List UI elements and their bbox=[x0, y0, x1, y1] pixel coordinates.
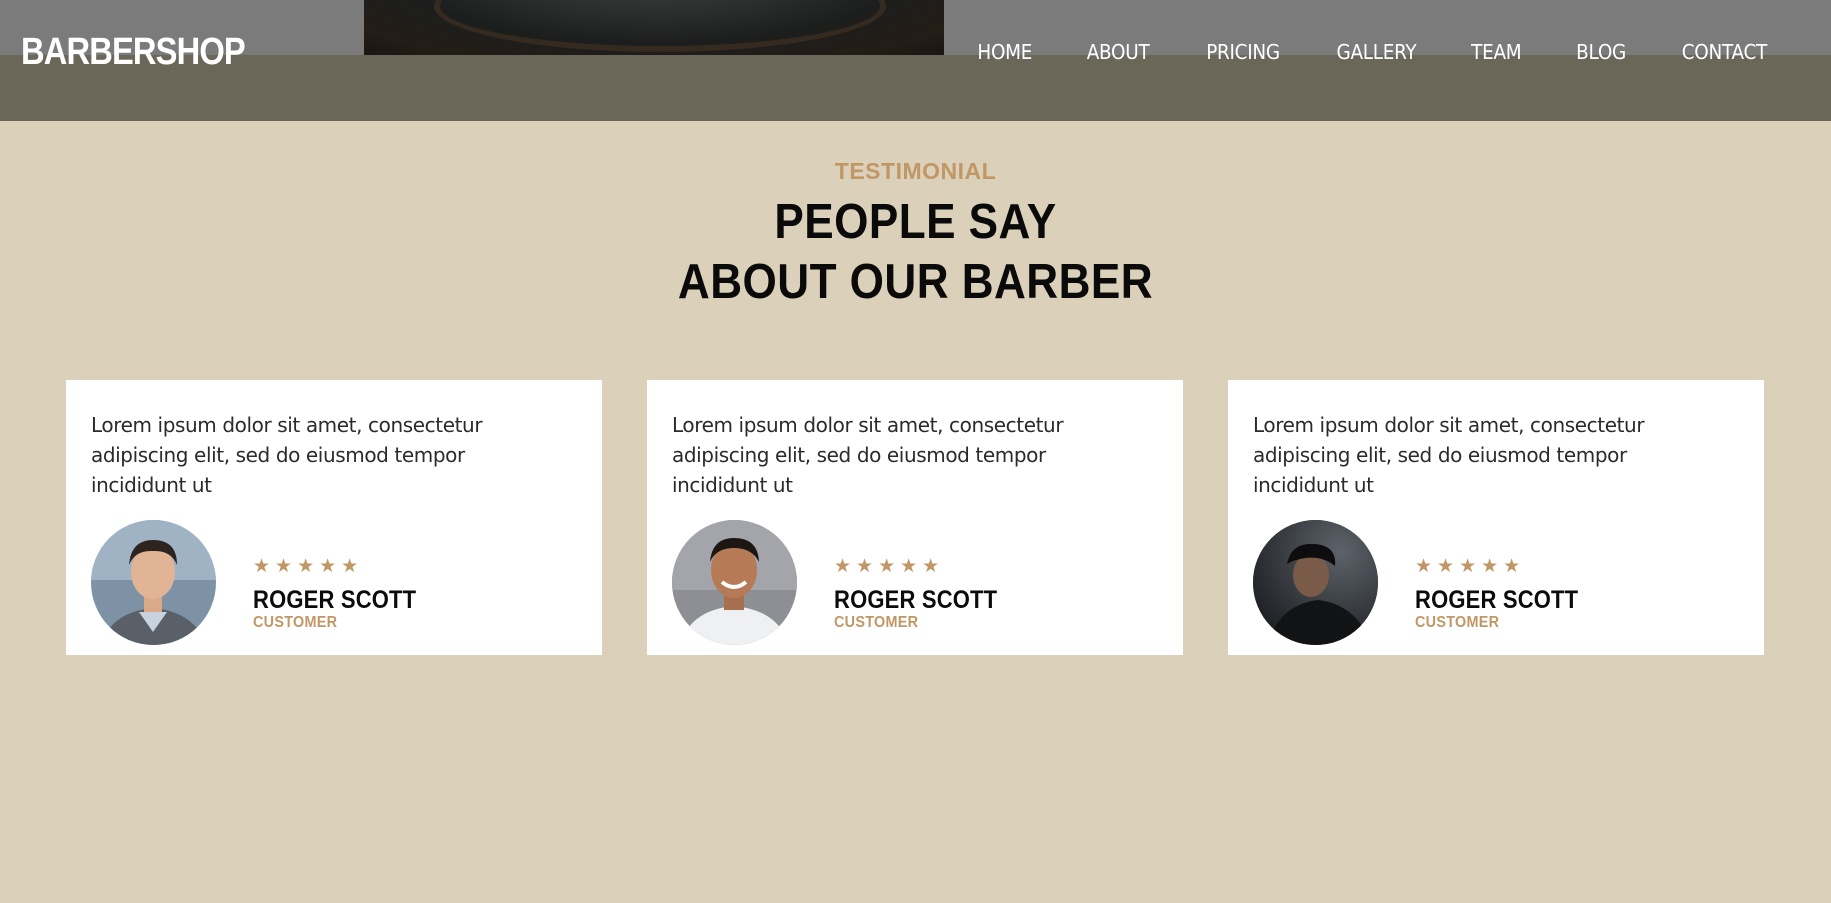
nav-home[interactable]: HOME bbox=[977, 40, 1032, 64]
main-nav: HOME ABOUT PRICING GALLERY TEAM BLOG CON… bbox=[975, 40, 1771, 64]
customer-role: CUSTOMER bbox=[253, 614, 338, 631]
customer-name: ROGER SCOTT bbox=[834, 586, 998, 614]
rating-stars: ★★★★★ bbox=[834, 556, 945, 577]
customer-name: ROGER SCOTT bbox=[1415, 586, 1579, 614]
customer-photo bbox=[91, 520, 216, 645]
section-title-line2: ABOUT OUR BARBER bbox=[677, 255, 1154, 309]
customer-avatar bbox=[91, 520, 216, 645]
nav-pricing[interactable]: PRICING bbox=[1206, 40, 1280, 64]
customer-role: CUSTOMER bbox=[834, 614, 919, 631]
nav-blog[interactable]: BLOG bbox=[1576, 40, 1626, 64]
section-eyebrow: TESTIMONIAL bbox=[834, 158, 997, 184]
nav-about[interactable]: ABOUT bbox=[1087, 40, 1150, 64]
customer-photo bbox=[1253, 520, 1378, 645]
customer-role: CUSTOMER bbox=[1415, 614, 1500, 631]
testimonial-card: Lorem ipsum dolor sit amet, consectetur … bbox=[1228, 380, 1764, 655]
customer-name: ROGER SCOTT bbox=[253, 586, 417, 614]
nav-team[interactable]: TEAM bbox=[1472, 40, 1523, 64]
customer-avatar bbox=[672, 520, 797, 645]
section-title: PEOPLE SAY ABOUT OUR BARBER bbox=[92, 192, 1740, 312]
rating-stars: ★★★★★ bbox=[1415, 556, 1526, 577]
customer-avatar bbox=[1253, 520, 1378, 645]
nav-contact[interactable]: CONTACT bbox=[1682, 40, 1768, 64]
site-header: BARBERSHOP HOME ABOUT PRICING GALLERY TE… bbox=[0, 0, 1831, 121]
nav-gallery[interactable]: GALLERY bbox=[1336, 40, 1416, 64]
brand-logo[interactable]: BARBERSHOP bbox=[21, 33, 246, 71]
testimonial-card: Lorem ipsum dolor sit amet, consectetur … bbox=[66, 380, 602, 655]
hero-photo bbox=[364, 0, 944, 55]
rating-stars: ★★★★★ bbox=[253, 556, 364, 577]
testimonial-card: Lorem ipsum dolor sit amet, consectetur … bbox=[647, 380, 1183, 655]
testimonial-quote: Lorem ipsum dolor sit amet, consectetur … bbox=[672, 413, 1064, 497]
customer-photo bbox=[672, 520, 797, 645]
testimonial-quote: Lorem ipsum dolor sit amet, consectetur … bbox=[91, 413, 483, 497]
section-title-line1: PEOPLE SAY bbox=[774, 195, 1057, 249]
testimonial-quote: Lorem ipsum dolor sit amet, consectetur … bbox=[1253, 413, 1645, 497]
